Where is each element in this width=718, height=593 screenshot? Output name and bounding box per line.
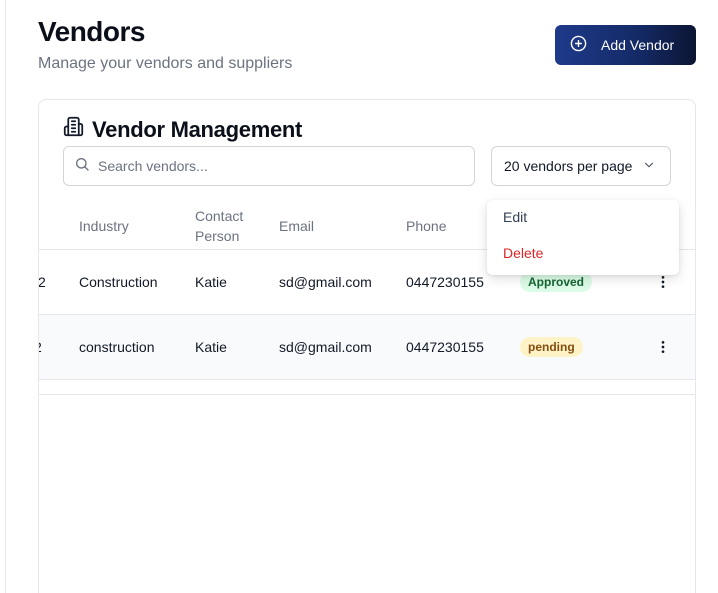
row-actions[interactable] (651, 315, 675, 379)
cell-industry: Construction (79, 274, 158, 290)
status-badge: Approved (520, 272, 593, 292)
col-phone: Phone (406, 218, 447, 234)
card-title: Vendor Management (63, 116, 302, 143)
building-icon (63, 116, 84, 143)
sidebar-border (5, 0, 6, 593)
per-page-select[interactable]: 20 vendors per page (491, 146, 671, 186)
cell-phone: 0447230155 (406, 274, 484, 290)
cell-email: sd@gmail.com (279, 339, 372, 355)
search-input[interactable] (98, 158, 458, 174)
cell-phone: 0447230155 (406, 339, 484, 355)
cell-contact: Katie (195, 274, 227, 290)
page-title: Vendors (38, 16, 145, 47)
add-vendor-button[interactable]: Add Vendor (555, 25, 696, 65)
card-title-text: Vendor Management (92, 116, 303, 142)
table-row[interactable]: 2 construction Katie sd@gmail.com 044723… (39, 315, 695, 380)
chevron-down-icon (642, 158, 656, 175)
col-industry: Industry (79, 218, 129, 234)
add-vendor-label: Add Vendor (601, 37, 675, 53)
cell-name: 2 (39, 250, 46, 314)
cell-email: sd@gmail.com (279, 274, 372, 290)
cell-name: 2 (39, 315, 42, 379)
page-subtitle: Manage your vendors and suppliers (38, 55, 293, 72)
cell-industry: construction (79, 339, 155, 355)
col-contact-line1: Contact (195, 208, 244, 224)
menu-item-edit[interactable]: Edit (503, 209, 527, 225)
col-email: Email (279, 218, 315, 234)
status-badge: pending (520, 337, 583, 357)
per-page-value: 20 vendors per page (504, 158, 633, 174)
cell-status: pending (520, 315, 583, 379)
more-vertical-icon[interactable] (651, 335, 675, 359)
search-icon (74, 156, 90, 177)
col-contact-line2: Person (195, 228, 240, 244)
search-box[interactable] (63, 146, 475, 186)
plus-circle-icon (570, 35, 587, 55)
menu-item-delete[interactable]: Delete (503, 245, 543, 261)
row-actions-menu: Edit Delete (487, 200, 679, 275)
vendor-management-card: Vendor Management 20 vendors per page In… (38, 99, 696, 593)
cell-contact: Katie (195, 339, 227, 355)
